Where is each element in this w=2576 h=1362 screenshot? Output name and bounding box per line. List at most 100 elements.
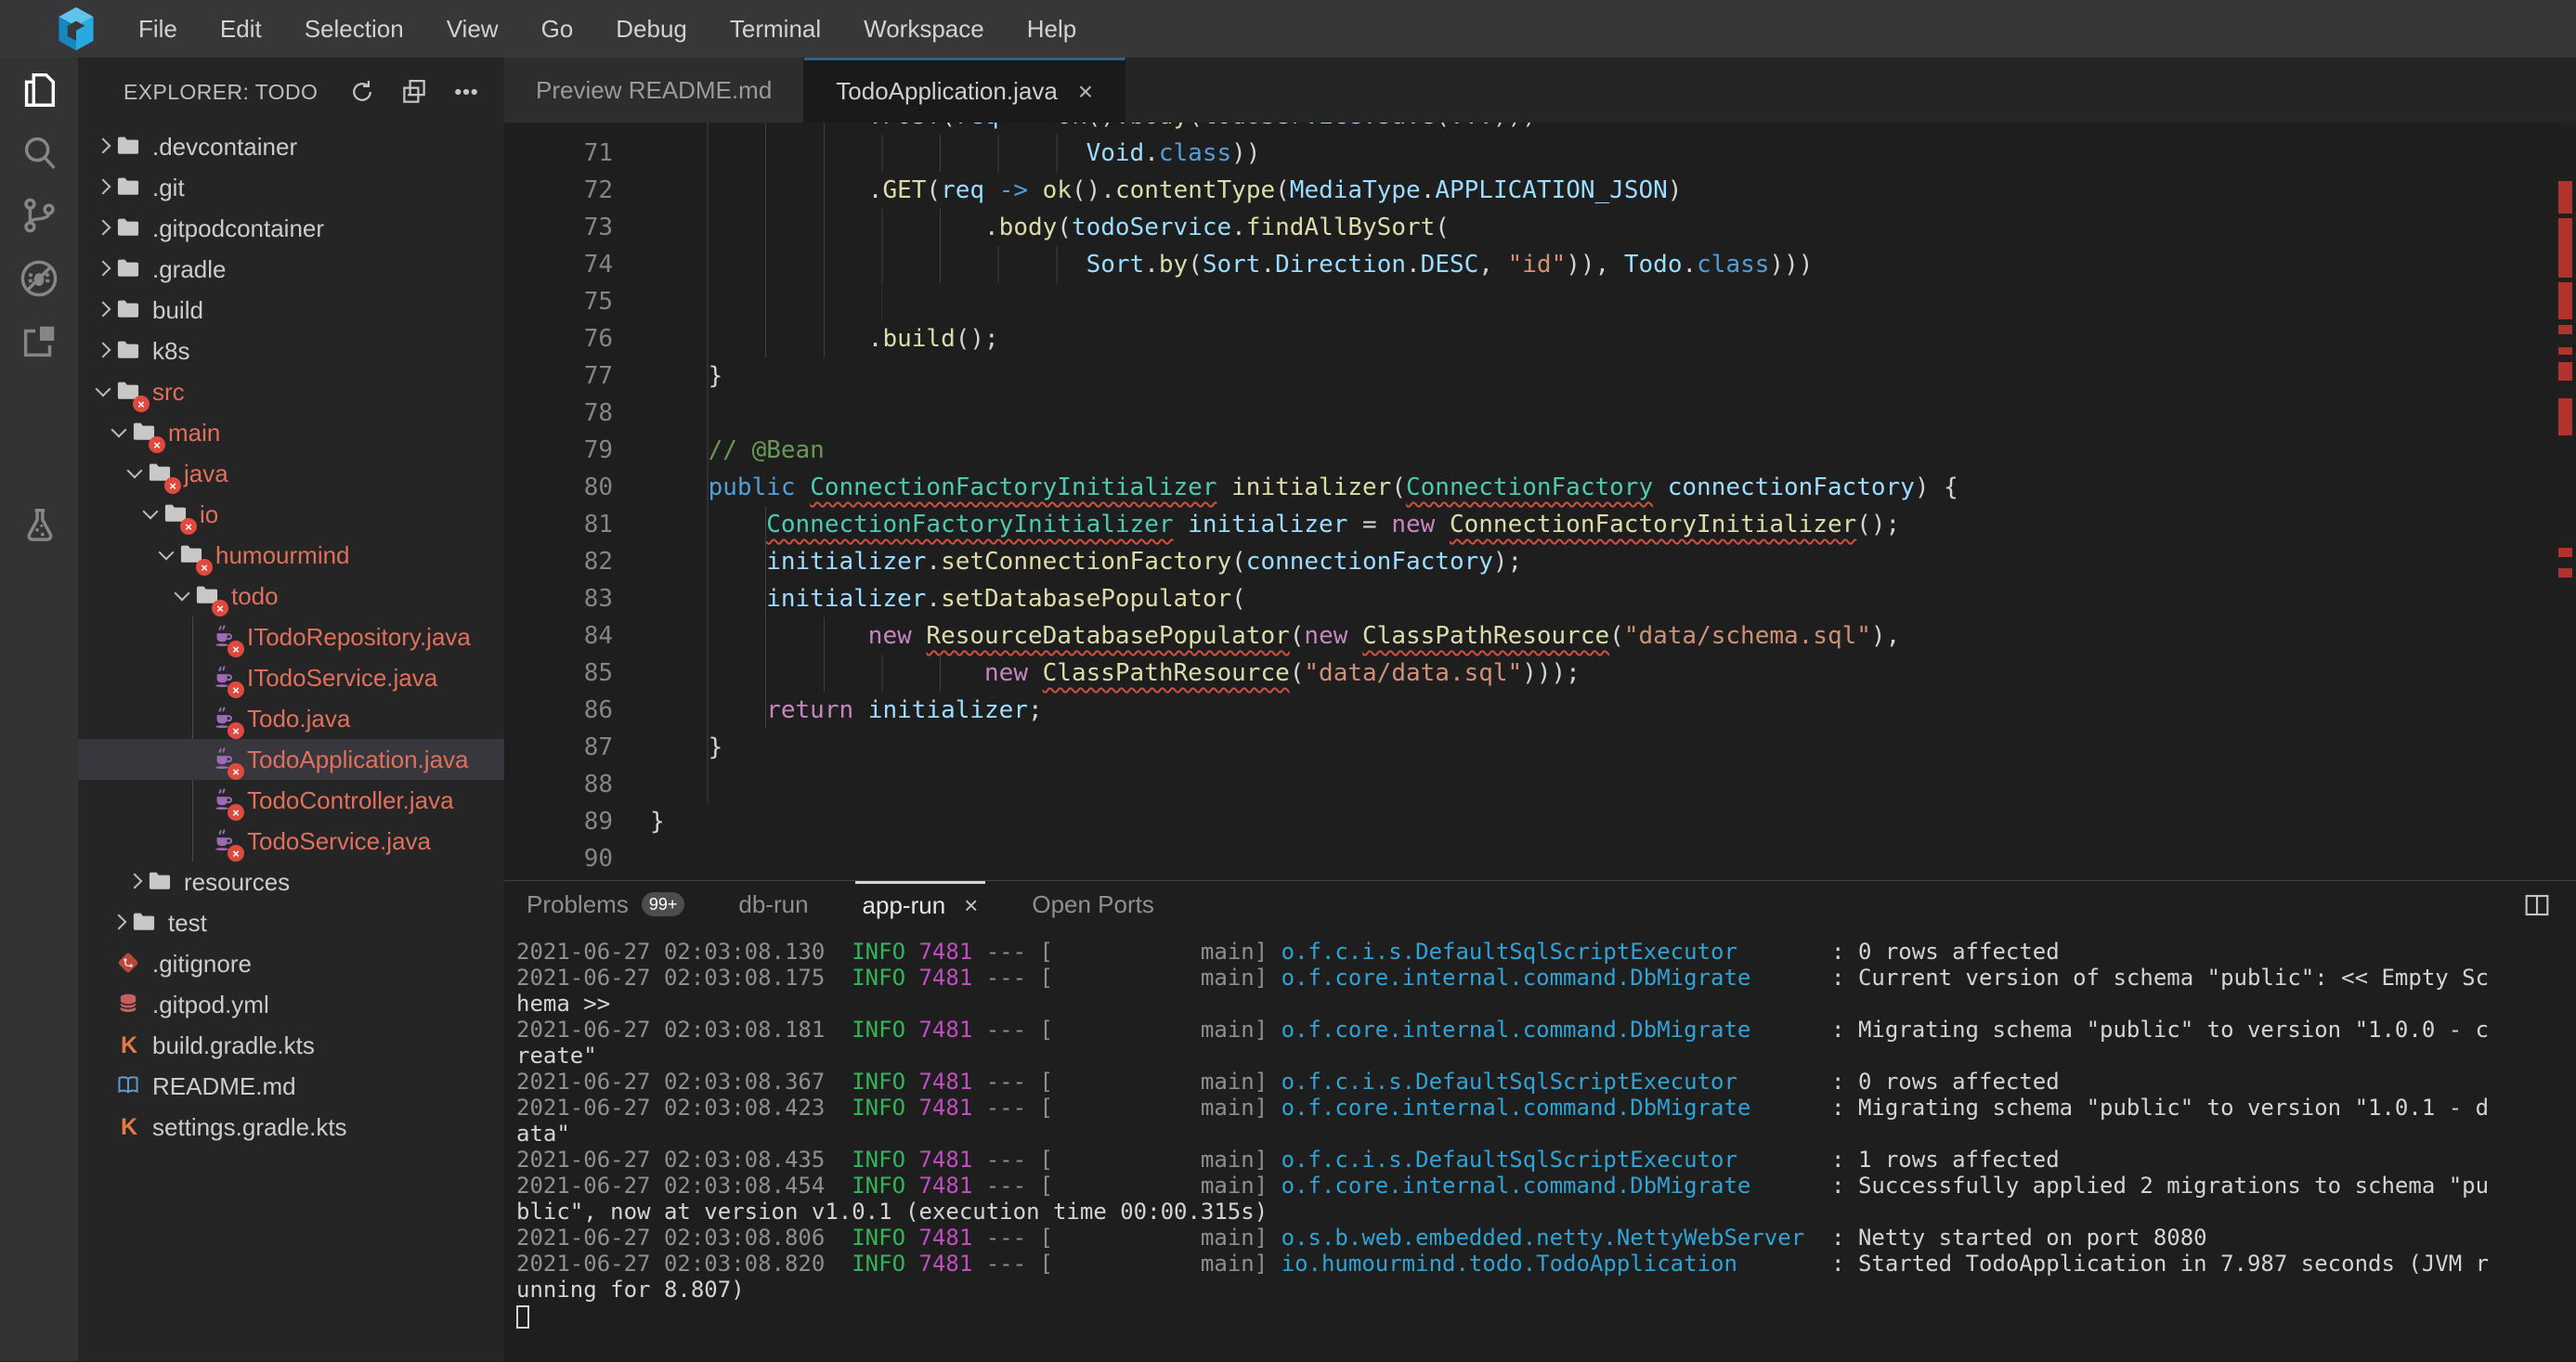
tree-row-.devcontainer[interactable]: .devcontainer <box>78 126 504 167</box>
tree-label: .gitpodcontainer <box>152 214 324 243</box>
tree-row-.git[interactable]: .git <box>78 167 504 208</box>
tree-row-.gitignore[interactable]: .gitignore <box>78 943 504 984</box>
indent-guides <box>650 432 709 469</box>
chevron-right-icon[interactable] <box>109 912 131 934</box>
line-number: 88 <box>504 766 613 803</box>
chevron-right-icon[interactable] <box>124 871 147 893</box>
split-columns-icon[interactable] <box>2522 890 2552 925</box>
debug-disabled-icon[interactable] <box>0 247 78 310</box>
chevron-right-icon[interactable] <box>93 136 115 158</box>
tree-row-build.gradle.kts[interactable]: Kbuild.gradle.kts <box>78 1025 504 1066</box>
tree-label: .gitpod.yml <box>152 991 269 1019</box>
code-line-78: 78 <box>504 395 2529 432</box>
menu-item-terminal[interactable]: Terminal <box>709 0 842 58</box>
tree-row-.gitpod.yml[interactable]: .gitpod.yml <box>78 984 504 1025</box>
chevron-down-icon[interactable] <box>140 503 163 525</box>
folder-icon <box>115 296 143 324</box>
code-text: initializer.setDatabasePopulator( <box>650 580 1246 617</box>
menu-item-help[interactable]: Help <box>1006 0 1098 58</box>
chevron-right-icon[interactable] <box>93 340 115 362</box>
chevron-right-icon[interactable] <box>93 176 115 199</box>
line-number: 78 <box>504 395 613 432</box>
tree-row-.gitpodcontainer[interactable]: .gitpodcontainer <box>78 208 504 249</box>
line-number: 90 <box>504 840 613 877</box>
folder-icon-with-error: × <box>147 460 175 487</box>
code-line-83: 83initializer.setDatabasePopulator( <box>504 580 2529 617</box>
menu-item-file[interactable]: File <box>117 0 199 58</box>
line-number: 85 <box>504 655 613 692</box>
tree-row-build[interactable]: build <box>78 290 504 331</box>
menu-item-edit[interactable]: Edit <box>199 0 283 58</box>
panel-tab-problems[interactable]: Problems99+ <box>519 881 692 927</box>
menu-item-go[interactable]: Go <box>520 0 595 58</box>
code-editor[interactable]: .POST(req -> ok().body(todoService.save(… <box>504 123 2576 880</box>
indent-guides <box>650 692 766 729</box>
tree-row-io[interactable]: ×io <box>78 494 504 535</box>
tree-row-k8s[interactable]: k8s <box>78 331 504 371</box>
overview-ruler[interactable] <box>2556 123 2576 880</box>
error-mark <box>2558 398 2572 435</box>
panel-tab-app-run[interactable]: app-run× <box>855 881 986 927</box>
tree-row-TodoApplication.java[interactable]: ×TodoApplication.java <box>78 739 504 780</box>
line-number: 71 <box>504 135 613 172</box>
chevron-right-icon[interactable] <box>93 217 115 240</box>
source-control-icon[interactable] <box>0 184 78 247</box>
menu-item-workspace[interactable]: Workspace <box>842 0 1006 58</box>
folder-icon-with-error: × <box>163 500 190 528</box>
terminal-line: 2021-06-27 02:03:08.130 INFO 7481 --- [ … <box>516 939 2576 965</box>
tree-row-TodoController.java[interactable]: ×TodoController.java <box>78 780 504 821</box>
chevron-placeholder <box>188 626 210 648</box>
chevron-right-icon[interactable] <box>93 258 115 280</box>
plugins-icon[interactable] <box>0 310 78 373</box>
tree-row-resources[interactable]: resources <box>78 862 504 902</box>
java-file-icon-with-error: × <box>210 786 238 814</box>
indent-guides <box>650 655 984 692</box>
refresh-icon[interactable] <box>348 78 376 106</box>
terminal-output[interactable]: 2021-06-27 02:03:08.130 INFO 7481 --- [ … <box>504 927 2576 1362</box>
collapse-all-icon[interactable] <box>400 78 428 106</box>
files-icon[interactable] <box>0 58 78 121</box>
tree-row-settings.gradle.kts[interactable]: Ksettings.gradle.kts <box>78 1107 504 1148</box>
tree-row-ITodoService.java[interactable]: ×ITodoService.java <box>78 657 504 698</box>
search-icon[interactable] <box>0 121 78 184</box>
editor-tab-todoapplication.java[interactable]: TodoApplication.java× <box>804 58 1125 123</box>
chevron-right-icon[interactable] <box>93 299 115 321</box>
editor-tab-preview-readme.md[interactable]: Preview README.md <box>504 58 804 123</box>
tree-row-TodoService.java[interactable]: ×TodoService.java <box>78 821 504 862</box>
tree-row-test[interactable]: test <box>78 902 504 943</box>
more-actions-icon[interactable] <box>452 78 480 106</box>
close-icon[interactable]: × <box>964 891 978 920</box>
chevron-down-icon[interactable] <box>93 381 115 403</box>
menu-item-view[interactable]: View <box>425 0 520 58</box>
panel-tab-db-run[interactable]: db-run <box>731 881 815 927</box>
terminal-line: hema >> <box>516 991 2576 1017</box>
menu-item-debug[interactable]: Debug <box>594 0 709 58</box>
panel-tab-open-ports[interactable]: Open Ports <box>1024 881 1162 927</box>
tree-label: todo <box>231 582 279 611</box>
tree-row-main[interactable]: ×main <box>78 412 504 453</box>
chevron-down-icon[interactable] <box>172 585 194 607</box>
tree-row-Todo.java[interactable]: ×Todo.java <box>78 698 504 739</box>
chevron-down-icon[interactable] <box>109 422 131 444</box>
git-file-icon <box>115 950 143 978</box>
tree-row-todo[interactable]: ×todo <box>78 576 504 616</box>
tree-row-.gradle[interactable]: .gradle <box>78 249 504 290</box>
close-icon[interactable]: × <box>1078 77 1093 107</box>
line-number: 82 <box>504 543 613 580</box>
chevron-down-icon[interactable] <box>156 544 178 566</box>
tree-row-java[interactable]: ×java <box>78 453 504 494</box>
tree-row-ITodoRepository.java[interactable]: ×ITodoRepository.java <box>78 616 504 657</box>
java-file-icon-with-error: × <box>210 746 238 773</box>
menu-item-selection[interactable]: Selection <box>283 0 425 58</box>
error-badge-icon: × <box>196 559 213 576</box>
explorer-sidebar: EXPLORER: TODO .devcontainer.git.gitpodc… <box>78 58 504 1361</box>
code-line-74: 74Sort.by(Sort.Direction.DESC, "id")), T… <box>504 246 2529 283</box>
tree-row-README.md[interactable]: README.md <box>78 1066 504 1107</box>
chevron-down-icon[interactable] <box>124 462 147 485</box>
indent-guides <box>650 580 766 617</box>
tree-row-src[interactable]: ×src <box>78 371 504 412</box>
panel-tab-label: Problems <box>527 890 629 919</box>
tree-row-humourmind[interactable]: ×humourmind <box>78 535 504 576</box>
test-flask-icon[interactable] <box>0 494 78 557</box>
code-text: .GET(req -> ok().contentType(MediaType.A… <box>650 172 1682 209</box>
